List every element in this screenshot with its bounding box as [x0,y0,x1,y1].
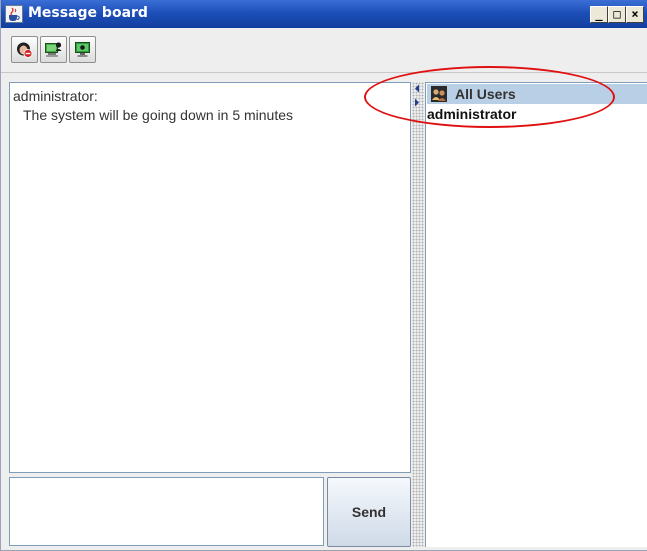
message-sender: administrator: [13,88,98,104]
monitor-view-button[interactable] [69,36,96,63]
expand-right-icon[interactable] [414,98,420,107]
users-group-icon [431,86,447,102]
window-title: Message board [28,5,148,21]
toolbar [1,28,647,73]
message-text: The system will be going down in 5 minut… [23,107,294,123]
minimize-button[interactable]: _ [590,6,608,23]
close-button[interactable]: × [626,6,644,23]
message-area[interactable]: administrator: The system will be going … [9,82,411,473]
computer-user-icon [45,42,62,57]
message-input[interactable] [9,477,324,546]
java-cup-icon [5,5,23,23]
all-users-label: All Users [455,86,516,102]
computer-user-button[interactable] [40,36,67,63]
maximize-button[interactable]: □ [608,6,626,23]
title-bar[interactable]: Message board _ □ × [1,0,647,28]
user-list-item[interactable]: administrator [427,106,516,122]
split-pane-divider[interactable] [412,82,424,547]
users-tree: All Users administrator [425,82,647,547]
message-board-window: Message board _ □ × administrator: The s… [0,0,647,551]
all-users-node[interactable]: All Users [427,84,647,104]
collapse-left-icon[interactable] [414,84,420,93]
send-button[interactable]: Send [327,477,411,547]
block-user-button[interactable] [11,36,38,63]
monitor-view-icon [75,42,90,57]
user-block-icon [17,42,33,58]
